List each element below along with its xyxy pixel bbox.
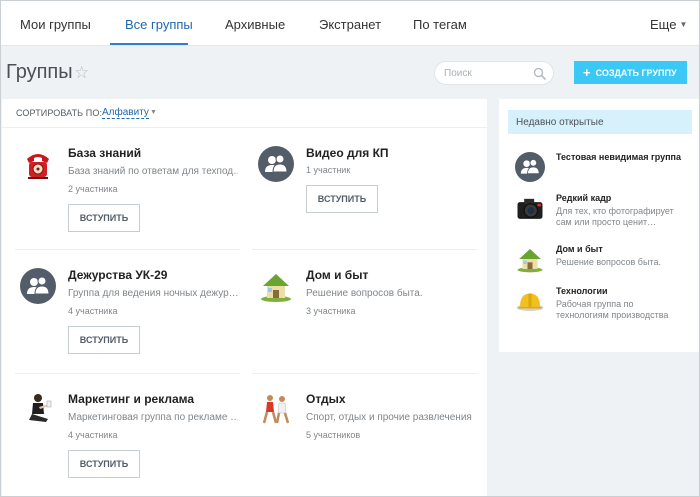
chevron-down-icon: ▼ [679, 20, 688, 29]
search-input[interactable] [444, 66, 530, 81]
group-card: Дежурства УК-29 Группа для ведения ночны… [15, 265, 240, 383]
join-button[interactable]: ВСТУПИТЬ [68, 450, 140, 478]
recent-item-name[interactable]: Дом и быт [556, 244, 603, 254]
sort-bar: СОРТИРОВАТЬ ПО: Алфавиту ▼ [2, 99, 487, 128]
divider [15, 249, 240, 250]
recent-item-description: Для тех, кто фотографирует сам или прост… [556, 206, 674, 227]
recent-item-name[interactable]: Редкий кадр [556, 193, 611, 203]
group-description: База знаний по ответам для техпод… [68, 166, 238, 177]
group-card: Отдых Спорт, отдых и прочие развлечения … [253, 389, 478, 496]
group-description: Решение вопросов быта. [306, 288, 423, 299]
house-icon [517, 249, 543, 273]
group-card: База знаний База знаний по ответам для т… [15, 143, 240, 261]
group-name[interactable]: Маркетинг и реклама [68, 392, 194, 406]
tab-extranet[interactable]: Экстранет [319, 17, 381, 32]
recent-item-name[interactable]: Тестовая невидимая группа [556, 152, 681, 162]
group-members-count: 5 участников [306, 430, 361, 440]
group-members-count: 4 участника [68, 430, 118, 440]
group-name[interactable]: Видео для КП [306, 146, 389, 160]
plus-icon: + [583, 65, 591, 80]
group-name[interactable]: Дежурства УК-29 [68, 268, 167, 282]
tab-by-tags[interactable]: По тегам [413, 17, 467, 32]
create-group-button[interactable]: + СОЗДАТЬ ГРУППУ [574, 61, 687, 84]
join-button[interactable]: ВСТУПИТЬ [68, 326, 140, 354]
group-members-count: 2 участника [68, 184, 118, 194]
hardhat-icon [516, 293, 544, 311]
group-name[interactable]: Отдых [306, 392, 346, 406]
groups-page: Мои группы Все группы Архивные Экстранет… [0, 0, 700, 497]
active-tab-indicator [110, 43, 188, 45]
search-box [434, 61, 554, 85]
red-telephone-icon[interactable] [20, 146, 56, 182]
more-menu[interactable]: Еще ▼ [650, 17, 687, 32]
group-description: Маркетинговая группа по рекламе … [68, 412, 238, 423]
create-group-label: СОЗДАТЬ ГРУППУ [595, 68, 677, 78]
recent-item-description: Рабочая группа по технологиям производст… [556, 299, 669, 320]
group-members-count: 1 участник [306, 165, 351, 175]
camera-icon [517, 198, 543, 219]
divider [15, 373, 240, 374]
recently-opened-panel: Недавно открытые Тестовая невидимая груп… [499, 99, 699, 352]
page-title: Группы [6, 61, 73, 83]
tab-my-groups[interactable]: Мои группы [20, 17, 91, 32]
recent-panel-title: Недавно открытые [508, 110, 692, 134]
join-button[interactable]: ВСТУПИТЬ [306, 185, 378, 213]
star-icon[interactable]: ☆ [74, 63, 89, 83]
group-members-count: 4 участника [68, 306, 118, 316]
tab-archived[interactable]: Архивные [225, 17, 285, 32]
chevron-down-icon[interactable]: ▼ [150, 109, 157, 116]
top-navigation: Мои группы Все группы Архивные Экстранет… [1, 1, 699, 46]
sort-label: СОРТИРОВАТЬ ПО: [16, 108, 103, 118]
group-card: Маркетинг и реклама Маркетинговая группа… [15, 389, 240, 496]
groups-list-panel: СОРТИРОВАТЬ ПО: Алфавиту ▼ База знаний Б… [2, 99, 487, 496]
recent-item-name[interactable]: Технологии [556, 286, 608, 296]
group-description: Спорт, отдых и прочие развлечения [306, 412, 472, 423]
divider [252, 249, 477, 250]
default-group-icon[interactable] [20, 268, 56, 304]
recent-item-description: Решение вопросов быта. [556, 257, 661, 267]
group-name[interactable]: База знаний [68, 146, 141, 160]
runners-icon[interactable] [258, 392, 294, 428]
divider [252, 373, 477, 374]
group-members-count: 3 участника [306, 306, 356, 316]
default-group-icon [515, 152, 545, 182]
group-name[interactable]: Дом и быт [306, 268, 368, 282]
default-group-icon[interactable] [258, 146, 294, 182]
businesswoman-icon[interactable] [20, 392, 56, 428]
group-card: Дом и быт Решение вопросов быта. 3 участ… [253, 265, 478, 383]
group-description: Группа для ведения ночных дежур… [68, 288, 238, 299]
sort-value[interactable]: Алфавиту [102, 107, 149, 119]
join-button[interactable]: ВСТУПИТЬ [68, 204, 140, 232]
search-icon[interactable] [533, 67, 547, 81]
tab-all-groups[interactable]: Все группы [125, 17, 193, 32]
house-icon[interactable] [258, 268, 294, 304]
more-label: Еще [650, 17, 677, 32]
group-card: Видео для КП 1 участник ВСТУПИТЬ [253, 143, 478, 261]
